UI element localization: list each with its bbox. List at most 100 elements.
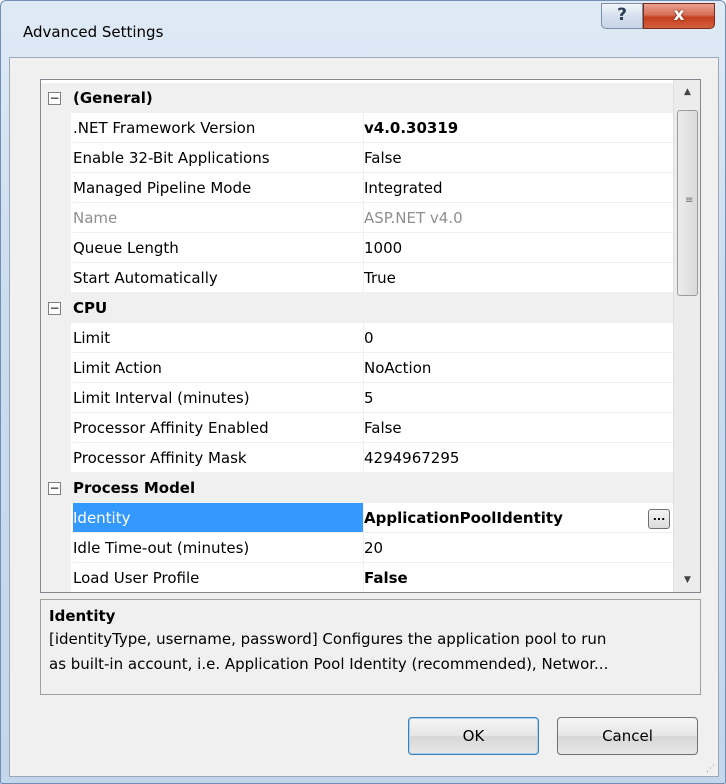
property-row[interactable]: Limit Interval (minutes) 5 xyxy=(41,383,673,413)
property-row[interactable]: .NET Framework Version v4.0.30319 xyxy=(41,113,673,143)
grip-icon: ≡ xyxy=(685,195,694,206)
help-button[interactable]: ? xyxy=(601,3,643,29)
title-bar[interactable]: Advanced Settings ? x xyxy=(1,1,725,51)
scroll-up-arrow-icon[interactable]: ▲ xyxy=(674,80,700,104)
collapse-icon[interactable]: − xyxy=(48,302,61,315)
property-name[interactable]: Managed Pipeline Mode xyxy=(73,173,363,203)
property-value-text: 0 xyxy=(364,329,374,347)
description-line-1: [identityType, username, password] Confi… xyxy=(49,630,607,648)
collapse-icon[interactable]: − xyxy=(48,482,61,495)
property-value-text: False xyxy=(364,419,402,437)
row-gutter xyxy=(41,263,71,293)
property-name[interactable]: .NET Framework Version xyxy=(73,113,363,143)
property-value-text: True xyxy=(364,269,396,287)
row-gutter xyxy=(41,443,71,473)
row-gutter xyxy=(41,113,71,143)
row-gutter xyxy=(41,143,71,173)
property-name[interactable]: Limit xyxy=(73,323,363,353)
browse-button[interactable]: ... xyxy=(648,509,670,529)
property-row[interactable]: Queue Length 1000 xyxy=(41,233,673,263)
scroll-thumb[interactable]: ≡ xyxy=(677,110,698,296)
property-row[interactable]: Load User Profile False xyxy=(41,563,673,592)
property-value[interactable]: True xyxy=(363,263,673,293)
property-name[interactable]: Start Automatically xyxy=(73,263,363,293)
category-row[interactable]: − CPU xyxy=(41,293,673,323)
resize-grip-icon[interactable]: ⋰ xyxy=(706,764,715,774)
row-gutter xyxy=(41,383,71,413)
property-row[interactable]: Name ASP.NET v4.0 xyxy=(41,203,673,233)
property-name[interactable]: Enable 32-Bit Applications xyxy=(73,143,363,173)
property-value-text: 20 xyxy=(364,539,384,557)
property-row[interactable]: Identity ApplicationPoolIdentity... xyxy=(41,503,673,533)
property-value-text: 5 xyxy=(364,389,374,407)
property-value[interactable]: ApplicationPoolIdentity... xyxy=(363,503,673,533)
category-label: Process Model xyxy=(73,479,196,497)
row-gutter xyxy=(41,173,71,203)
property-value-text: ApplicationPoolIdentity xyxy=(364,509,563,527)
property-value[interactable]: False xyxy=(363,143,673,173)
category-row[interactable]: − (General) xyxy=(41,83,673,113)
property-value[interactable]: 4294967295 xyxy=(363,443,673,473)
property-name[interactable]: Identity xyxy=(73,503,363,533)
property-row[interactable]: Managed Pipeline Mode Integrated xyxy=(41,173,673,203)
property-value-text: Integrated xyxy=(364,179,443,197)
property-grid: − (General) .NET Framework Version v4.0.303… xyxy=(40,79,701,593)
row-gutter xyxy=(41,503,71,533)
property-name[interactable]: Load User Profile xyxy=(73,563,363,592)
property-value-text: 4294967295 xyxy=(364,449,460,467)
property-value[interactable]: False xyxy=(363,563,673,592)
row-gutter xyxy=(41,323,71,353)
dialog-body: − (General) .NET Framework Version v4.0.303… xyxy=(9,57,719,777)
description-line-2: as built-in account, i.e. Application Po… xyxy=(49,655,609,673)
property-value[interactable]: NoAction xyxy=(363,353,673,383)
property-name[interactable]: Processor Affinity Mask xyxy=(73,443,363,473)
property-name[interactable]: Queue Length xyxy=(73,233,363,263)
category-row[interactable]: − Process Model xyxy=(41,473,673,503)
row-gutter xyxy=(41,353,71,383)
collapse-icon[interactable]: − xyxy=(48,92,61,105)
scroll-down-arrow-icon[interactable]: ▼ xyxy=(674,568,700,592)
property-row[interactable]: Limit Action NoAction xyxy=(41,353,673,383)
property-row[interactable]: Enable 32-Bit Applications False xyxy=(41,143,673,173)
property-name[interactable]: Limit Action xyxy=(73,353,363,383)
property-value-text: v4.0.30319 xyxy=(364,119,459,137)
property-value-text: NoAction xyxy=(364,359,432,377)
property-value-text: False xyxy=(364,569,408,587)
row-gutter xyxy=(41,203,71,233)
row-gutter xyxy=(41,413,71,443)
property-name[interactable]: Idle Time-out (minutes) xyxy=(73,533,363,563)
property-row[interactable]: Idle Time-out (minutes) 20 xyxy=(41,533,673,563)
property-name[interactable]: Processor Affinity Enabled xyxy=(73,413,363,443)
window-title: Advanced Settings xyxy=(23,23,164,41)
property-value[interactable]: 1000 xyxy=(363,233,673,263)
ok-button[interactable]: OK xyxy=(408,717,539,755)
advanced-settings-dialog: Advanced Settings ? x − (General) .NET Fra… xyxy=(0,0,726,784)
property-row[interactable]: Processor Affinity Enabled False xyxy=(41,413,673,443)
property-row[interactable]: Processor Affinity Mask 4294967295 xyxy=(41,443,673,473)
property-value-text: False xyxy=(364,149,402,167)
property-value[interactable]: v4.0.30319 xyxy=(363,113,673,143)
property-value[interactable]: ASP.NET v4.0 xyxy=(363,203,673,233)
property-name[interactable]: Limit Interval (minutes) xyxy=(73,383,363,413)
property-value[interactable]: Integrated xyxy=(363,173,673,203)
category-label: (General) xyxy=(73,89,153,107)
close-button[interactable]: x xyxy=(643,3,715,29)
property-value-text: ASP.NET v4.0 xyxy=(364,209,463,227)
property-rows: − (General) .NET Framework Version v4.0.303… xyxy=(41,83,673,592)
property-value[interactable]: 5 xyxy=(363,383,673,413)
row-gutter xyxy=(41,533,71,563)
description-title: Identity xyxy=(49,607,116,625)
property-row[interactable]: Start Automatically True xyxy=(41,263,673,293)
row-gutter xyxy=(41,563,71,592)
property-name[interactable]: Name xyxy=(73,203,363,233)
property-value[interactable]: 20 xyxy=(363,533,673,563)
property-value[interactable]: False xyxy=(363,413,673,443)
cancel-button[interactable]: Cancel xyxy=(557,717,698,755)
property-value-text: 1000 xyxy=(364,239,403,257)
description-panel: Identity [identityType, username, passwo… xyxy=(40,599,701,695)
vertical-scrollbar[interactable]: ▲ ≡ ▼ xyxy=(673,80,700,592)
row-gutter xyxy=(41,233,71,263)
category-label: CPU xyxy=(73,299,108,317)
property-value[interactable]: 0 xyxy=(363,323,673,353)
property-row[interactable]: Limit 0 xyxy=(41,323,673,353)
